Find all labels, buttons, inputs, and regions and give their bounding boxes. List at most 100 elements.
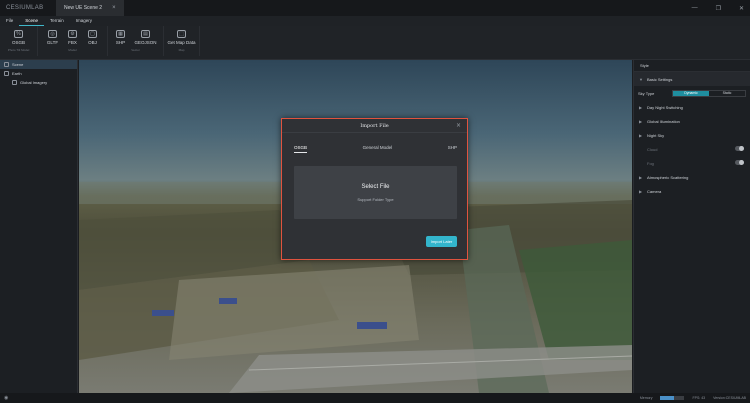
cloud-row: Cloud <box>634 142 750 156</box>
get-map-data-button[interactable]: ⬚ Get Map Data <box>165 30 199 45</box>
fog-row: Fog <box>634 156 750 170</box>
group-label: Map <box>178 48 185 52</box>
tree-item-scene[interactable]: Scene <box>0 60 77 69</box>
tab-general-model[interactable]: General Model <box>363 145 393 153</box>
tree-item-earth[interactable]: Earth <box>0 69 77 78</box>
status-right: Memory FPS: 43 Version:CESIUMLAB <box>640 393 746 403</box>
tree-item-label: Global Imagery <box>20 80 48 85</box>
menu-scene[interactable]: Scene <box>19 16 45 26</box>
shp-icon: ▦ <box>116 30 125 38</box>
obj-icon: ▢ <box>88 30 97 38</box>
app-logo: CESIUMLAB <box>6 5 44 11</box>
obj-label: OBJ <box>88 40 97 45</box>
file-dropzone[interactable]: Select File Support Folder Type <box>294 166 457 219</box>
sky-type-toggle: Dynamic Static <box>672 89 746 97</box>
gltf-label: GLTF <box>46 40 59 45</box>
toolbar-group-vector: ▦ SHP ▤ GEOJSON Vector <box>108 26 164 56</box>
section-basic-settings[interactable]: ▼ Basic Settings <box>634 72 750 86</box>
gltf-button[interactable]: ◎ GLTF <box>43 30 63 45</box>
tree-item-global-imagery[interactable]: Global Imagery <box>0 78 77 87</box>
dropzone-title: Select File <box>361 183 390 190</box>
osgb-button[interactable]: % OSGB <box>9 30 29 45</box>
shp-label: SHP <box>115 40 126 45</box>
close-window-icon[interactable]: ✕ <box>739 5 744 12</box>
toolbar-group-model: ◎ GLTF ⚙ FBX ▢ OBJ Model <box>38 26 108 56</box>
fog-toggle[interactable] <box>735 160 744 165</box>
tab-osgb[interactable]: OSGB <box>294 145 308 153</box>
sky-option-dynamic[interactable]: Dynamic <box>673 90 709 96</box>
geojson-icon: ▤ <box>141 30 150 38</box>
chevron-right-icon: ▶ <box>639 174 643 180</box>
tree-item-label: Scene <box>12 62 24 67</box>
window-controls: — ❐ ✕ <box>692 0 744 16</box>
notification-icon[interactable]: ◉ <box>0 395 8 401</box>
fog-label: Fog <box>647 160 654 166</box>
osgb-label: OSGB <box>11 40 25 45</box>
dialog-header: Import File × <box>282 119 467 133</box>
menu-file[interactable]: File <box>0 16 19 26</box>
version-label: Version:CESIUMLAB <box>713 396 746 400</box>
sky-option-static[interactable]: Static <box>709 91 745 96</box>
chevron-right-icon: ▶ <box>639 104 643 110</box>
toolbar-group-map: ⬚ Get Map Data Map <box>164 26 200 56</box>
gear-icon: ⚙ <box>68 30 77 38</box>
title-bar: CESIUMLAB New UE Scene 2 × — ❐ ✕ <box>0 0 750 16</box>
globe-icon <box>4 71 9 76</box>
chevron-down-icon: ▼ <box>639 76 643 82</box>
chevron-right-icon: ▶ <box>639 132 643 138</box>
geojson-label: GEOJSON <box>134 40 157 45</box>
menu-imagery[interactable]: Imagery <box>70 16 98 26</box>
import-later-button[interactable]: Import Later <box>426 236 457 247</box>
sky-type-row: Sky Type Dynamic Static <box>634 86 750 100</box>
cloud-toggle[interactable] <box>735 146 744 151</box>
menu-terrain[interactable]: Terrain <box>44 16 70 26</box>
section-global-illumination[interactable]: ▶ Global Illumination <box>634 114 750 128</box>
dialog-tabs: OSGB General Model SHP <box>294 145 457 153</box>
minimize-icon[interactable]: — <box>692 5 698 11</box>
ribbon-toolbar: % OSGB Photo Tilt Model ◎ GLTF ⚙ FBX ▢ O… <box>0 26 750 60</box>
fbx-label: FBX <box>68 40 77 45</box>
scene-tree-panel: Scene Earth Global Imagery <box>0 60 78 393</box>
panel-title: Style <box>634 60 750 72</box>
section-night-sky[interactable]: ▶ Night Sky <box>634 128 750 142</box>
cloud-label: Cloud <box>647 146 658 152</box>
section-label: Global Illumination <box>647 118 680 124</box>
obj-button[interactable]: ▢ OBJ <box>83 30 103 45</box>
close-icon[interactable]: × <box>456 122 461 129</box>
memory-bar <box>660 396 685 400</box>
section-label: Basic Settings <box>647 76 673 82</box>
section-label: Atmospheric Scattering <box>647 174 689 180</box>
maximize-icon[interactable]: ❐ <box>716 5 721 12</box>
fps-readout: FPS: 43 <box>692 396 706 400</box>
imagery-icon <box>12 80 17 85</box>
gltf-icon: ◎ <box>48 30 57 38</box>
group-label: Model <box>68 48 77 52</box>
chevron-right-icon: ▶ <box>639 118 643 124</box>
status-bar: ◉ Memory FPS: 43 Version:CESIUMLAB <box>0 393 750 403</box>
geojson-button[interactable]: ▤ GEOJSON <box>131 30 161 45</box>
shp-button[interactable]: ▦ SHP <box>111 30 131 45</box>
scene-icon <box>4 62 9 67</box>
sky-type-label: Sky Type <box>638 90 655 96</box>
fbx-button[interactable]: ⚙ FBX <box>63 30 83 45</box>
section-label: Camera <box>647 188 662 194</box>
close-tab-icon[interactable]: × <box>112 5 116 11</box>
percent-icon: % <box>14 30 23 38</box>
get-map-data-label: Get Map Data <box>167 40 196 45</box>
menu-bar: File Scene Terrain Imagery <box>0 16 750 26</box>
tab-shp[interactable]: SHP <box>448 145 457 153</box>
section-camera[interactable]: ▶ Camera <box>634 184 750 198</box>
memory-label: Memory <box>639 396 653 400</box>
document-tab[interactable]: New UE Scene 2 × <box>56 0 124 16</box>
tree-item-label: Earth <box>12 71 22 76</box>
section-day-night-switching[interactable]: ▶ Day Night Switching <box>634 100 750 114</box>
chevron-right-icon: ▶ <box>639 188 643 194</box>
map-icon: ⬚ <box>177 30 186 38</box>
section-atmospheric-scattering[interactable]: ▶ Atmospheric Scattering <box>634 170 750 184</box>
toolbar-group-photo-tilt: % OSGB Photo Tilt Model <box>0 26 38 56</box>
dropzone-subtitle: Support Folder Type <box>357 196 394 202</box>
section-label: Day Night Switching <box>647 104 683 110</box>
memory-bar-fill <box>660 396 674 400</box>
group-label: Photo Tilt Model <box>7 48 30 52</box>
import-file-dialog: Import File × OSGB General Model SHP Sel… <box>281 118 468 260</box>
